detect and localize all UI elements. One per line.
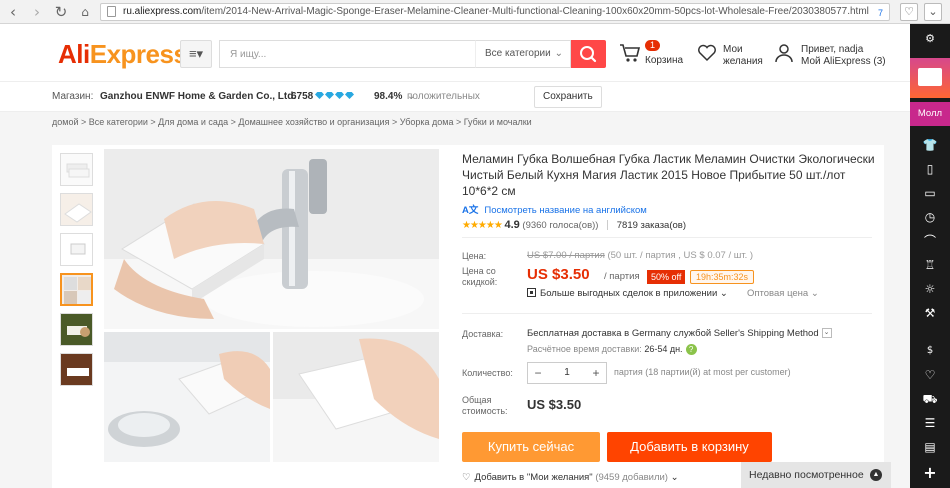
store-name-link[interactable]: Ganzhou ENWF Home & Garden Co., Ltd. — [100, 82, 296, 112]
quantity-input[interactable]: 1 — [548, 363, 586, 383]
thumbnail-5[interactable] — [60, 313, 93, 346]
rating-stars-icon: ★★★★★ — [462, 220, 503, 231]
cart-icon — [620, 44, 641, 62]
address-bar[interactable]: ru.aliexpress.com/item/2014-New-Arrival-… — [100, 3, 890, 21]
breadcrumb-home[interactable]: домой — [52, 117, 78, 127]
breadcrumb-cleaning[interactable]: Уборка дома — [400, 117, 454, 127]
sale-price: US $3.50 — [527, 266, 590, 283]
translate-icon: A文 — [462, 205, 479, 216]
site-header: AliExpress ≡▾ Я ищу... Все категории ⌄ 1 … — [0, 24, 910, 82]
heart-icon: ♡ — [462, 472, 471, 483]
buy-now-button[interactable]: Купить сейчас — [462, 432, 600, 462]
quantity-decrease-button[interactable]: − — [528, 363, 548, 383]
browser-toolbar: ‹ › ↻ ⌂ ru.aliexpress.com/item/2014-New-… — [0, 0, 950, 24]
shipping-dropdown-icon[interactable]: ⌄ — [821, 328, 832, 339]
quantity-increase-button[interactable]: + — [586, 363, 606, 383]
shoe-icon[interactable]: ⌒ — [921, 232, 939, 250]
thumbnail-3[interactable] — [60, 233, 93, 266]
lightbulb-icon[interactable]: ☼ — [921, 280, 939, 298]
breadcrumb-all-categories[interactable]: Все категории — [89, 117, 148, 127]
breadcrumb-home-garden[interactable]: Для дома и сада — [158, 117, 228, 127]
watch-icon[interactable]: ◷ — [921, 208, 939, 226]
app-deals-dropdown[interactable]: Больше выгодных сделок в приложении ⌄ — [527, 288, 728, 299]
tools-icon[interactable]: ⚒ — [921, 304, 939, 322]
heart-icon — [698, 44, 716, 62]
mall-link[interactable]: Молл — [910, 102, 950, 126]
total-price: US $3.50 — [527, 397, 582, 412]
forward-icon[interactable]: › — [28, 3, 46, 21]
aliexpress-logo[interactable]: AliExpress — [58, 39, 188, 70]
chevron-down-icon: ⌄ — [554, 48, 563, 59]
store-info-bar: Магазин: Ganzhou ENWF Home & Garden Co.,… — [0, 82, 910, 132]
clipboard-icon[interactable]: ▤ — [921, 438, 939, 456]
positive-feedback-dropdown[interactable]: положительных отзывов ⌄ — [407, 82, 480, 132]
delivery-time: Расчётное время доставки: 26-54 дн.? — [527, 344, 697, 356]
search-category-select[interactable]: Все категории ⌄ — [475, 40, 571, 68]
thumbnail-6[interactable] — [60, 353, 93, 386]
account-link[interactable]: Привет, nadja Мой AliExpress (3) — [775, 40, 905, 70]
breadcrumb-sponges[interactable]: Губки и мочалки — [464, 117, 532, 127]
sale-banner-icon[interactable] — [910, 58, 950, 98]
user-icon — [775, 44, 793, 63]
original-price: US $7.00 / партия (50 шт. / партия , US … — [527, 250, 754, 261]
breadcrumb: домой > Все категории > Для дома и сада … — [0, 112, 910, 132]
clothing-icon[interactable]: 👕 — [921, 136, 939, 154]
store-score: 6758 — [291, 91, 314, 102]
save-store-button[interactable]: Сохранить — [534, 86, 602, 108]
rating-row: ★★★★★ 4.9 (9360 голоса(ов)) 7819 заказа(… — [462, 219, 687, 231]
cart-icon[interactable]: ⛟ — [921, 390, 939, 408]
product-gallery — [52, 145, 447, 488]
thumbnail-4-selected[interactable] — [60, 273, 93, 306]
home-icon[interactable]: ⌂ — [76, 3, 94, 21]
product-title: Меламин Губка Волшебная Губка Ластик Мел… — [462, 152, 875, 198]
page-icon — [107, 6, 116, 17]
product-main-image[interactable] — [104, 149, 439, 462]
add-to-wishlist-link[interactable]: ♡ Добавить в "Мои желания" (9459 добавили… — [462, 472, 679, 483]
qr-code-icon — [527, 288, 536, 297]
wishlist-link[interactable]: Мои желания — [697, 40, 767, 70]
add-to-cart-button[interactable]: Добавить в корзину — [607, 432, 772, 462]
discount-badge: 50% off — [647, 270, 686, 284]
coupon-icon[interactable]: $ — [921, 342, 939, 360]
cart-count-badge: 1 — [645, 40, 661, 51]
product-info: Меламин Губка Волшебная Губка Ластик Мел… — [447, 145, 884, 488]
store-rank-diamonds-icon — [315, 82, 355, 112]
recently-viewed-bar[interactable]: Недавно посмотренное ▲ — [741, 462, 891, 488]
chevron-up-icon: ▲ — [870, 469, 882, 481]
help-icon[interactable]: ? — [685, 344, 697, 356]
search-icon — [580, 46, 597, 63]
back-icon[interactable]: ‹ — [4, 3, 22, 21]
plus-icon[interactable]: + — [921, 464, 939, 482]
thumbnail-1[interactable] — [60, 153, 93, 186]
computer-icon[interactable]: ▭ — [921, 184, 939, 202]
quantity-stepper: − 1 + — [527, 362, 607, 384]
phone-icon[interactable]: ▯ — [921, 160, 939, 178]
heart-icon[interactable]: ♡ — [921, 366, 939, 384]
right-sidebar: ⚙ Молл 👕 ▯ ▭ ◷ ⌒ ♖ ☼ ⚒ $ ♡ ⛟ ☰ ▤ + — [910, 24, 950, 488]
orders-icon[interactable]: ☰ — [921, 414, 939, 432]
reload-icon[interactable]: ↻ — [52, 3, 70, 21]
orders-count: 7819 заказа(ов) — [616, 220, 687, 231]
countdown-timer: 19h:35m:32s — [690, 270, 755, 284]
translate-title-link[interactable]: A文 Посмотреть название на английском — [462, 202, 647, 216]
breadcrumb-household[interactable]: Домашнее хозяйство и организация — [238, 117, 389, 127]
product-main: Меламин Губка Волшебная Губка Ластик Мел… — [0, 132, 910, 488]
extension-badge[interactable]: 7 — [878, 5, 883, 20]
cart-link[interactable]: 1 Корзина — [619, 40, 689, 70]
thumbnail-2[interactable] — [60, 193, 93, 226]
categories-menu-button[interactable]: ≡▾ — [180, 40, 212, 68]
bookmark-heart-icon[interactable]: ♡ — [900, 3, 918, 21]
menu-chevron-icon[interactable]: ⌄ — [924, 3, 942, 21]
cosmetics-icon[interactable]: ♖ — [921, 256, 939, 274]
rating-votes-link[interactable]: (9360 голоса(ов)) — [522, 220, 598, 231]
search-button[interactable] — [571, 40, 606, 68]
wholesale-price-dropdown[interactable]: Оптовая цена ⌄ — [747, 288, 819, 299]
settings-icon[interactable]: ⚙ — [921, 30, 939, 48]
shipping-method: Бесплатная доставка в Germany службой Se… — [527, 328, 832, 339]
search-input[interactable]: Я ищу... — [219, 40, 475, 68]
